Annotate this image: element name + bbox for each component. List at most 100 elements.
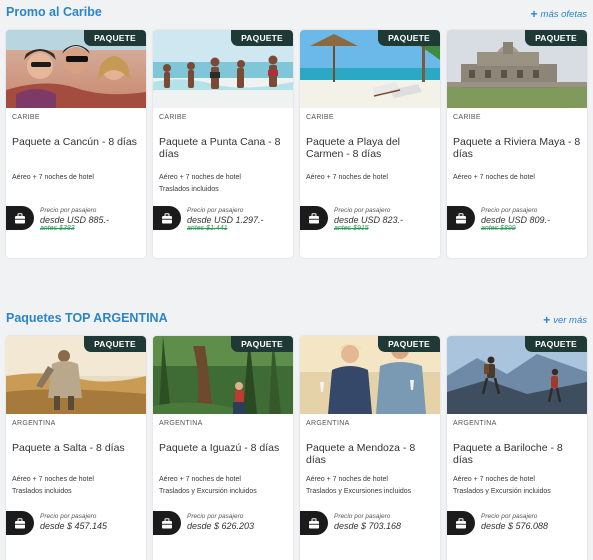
package-description: Aéreo + 7 noches de hotel bbox=[306, 172, 438, 184]
region-label: ARGENTINA bbox=[306, 420, 350, 427]
package-description: Aéreo + 7 noches de hotel bbox=[12, 172, 144, 184]
package-card-playa-del-carmen[interactable]: PAQUETE CARIBE Paquete a Playa del Carme… bbox=[300, 30, 440, 258]
see-more-label: ver más bbox=[553, 314, 587, 326]
package-card-mendoza[interactable]: PAQUETE ARGENTINA Paquete a Mendoza - 8 … bbox=[300, 336, 440, 560]
old-price: antes $1.441 bbox=[187, 225, 228, 232]
description-line: Aéreo + 7 noches de hotel bbox=[12, 174, 94, 181]
package-description: Aéreo + 7 noches de hotel Traslados incl… bbox=[159, 172, 291, 195]
price-block: Precio por pasajero desde USD 1.297.- an… bbox=[187, 207, 264, 232]
suitcase-icon bbox=[447, 206, 475, 230]
description-line: Aéreo + 7 noches de hotel bbox=[12, 476, 94, 483]
package-badge: PAQUETE bbox=[231, 336, 293, 352]
package-card-bariloche[interactable]: PAQUETE ARGENTINA Paquete a Bariloche - … bbox=[447, 336, 587, 560]
price-value: desde USD 885.- bbox=[40, 215, 110, 225]
price-value: desde $ 576.088 bbox=[481, 521, 549, 531]
region-label: ARGENTINA bbox=[159, 420, 203, 427]
price-block: Precio por pasajero desde $ 576.088 bbox=[481, 513, 548, 531]
package-card-salta[interactable]: PAQUETE ARGENTINA Paquete a Salta - 8 dí… bbox=[6, 336, 146, 560]
package-title: Paquete a Riviera Maya - 8 días bbox=[453, 136, 581, 160]
package-card-punta-cana[interactable]: PAQUETE CARIBE Paquete a Punta Cana - 8 … bbox=[153, 30, 293, 258]
plus-icon: + bbox=[543, 313, 551, 327]
package-description: Aéreo + 7 noches de hotel Traslados y Ex… bbox=[159, 474, 291, 497]
description-line: Traslados y Excursión incluidos bbox=[453, 487, 551, 495]
price-label: Precio por pasajero bbox=[481, 513, 538, 520]
section-header: Promo al Caribe + más ofetas bbox=[6, 5, 587, 25]
price-block: Precio por pasajero desde $ 626.203 bbox=[187, 513, 254, 531]
package-title: Paquete a Playa del Carmen - 8 días bbox=[306, 136, 400, 160]
suitcase-icon bbox=[6, 206, 34, 230]
package-description: Aéreo + 7 noches de hotel Traslados y Ex… bbox=[306, 474, 438, 497]
suitcase-icon bbox=[153, 511, 181, 535]
package-title: Paquete a Iguazú - 8 días bbox=[159, 442, 280, 454]
section-header: Paquetes TOP ARGENTINA + ver más bbox=[6, 311, 587, 331]
plus-icon: + bbox=[530, 7, 538, 21]
package-title: Paquete a Punta Cana - 8 días bbox=[159, 136, 281, 160]
description-line: Aéreo + 7 noches de hotel bbox=[159, 174, 241, 181]
suitcase-icon bbox=[447, 511, 475, 535]
package-badge: PAQUETE bbox=[231, 30, 293, 46]
price-block: Precio por pasajero desde USD 885.- ante… bbox=[40, 207, 109, 232]
package-title: Paquete a Mendoza - 8 días bbox=[306, 442, 416, 466]
region-label: CARIBE bbox=[306, 114, 334, 121]
price-label: Precio por pasajero bbox=[481, 207, 538, 214]
old-price: antes $383 bbox=[40, 225, 75, 232]
price-label: Precio por pasajero bbox=[187, 207, 244, 214]
suitcase-icon bbox=[153, 206, 181, 230]
more-offers-link[interactable]: + más ofetas bbox=[531, 7, 587, 21]
price-value: desde $ 626.203 bbox=[187, 521, 255, 531]
description-line: Aéreo + 7 noches de hotel bbox=[453, 174, 535, 181]
section-top-argentina: Paquetes TOP ARGENTINA + ver más PAQUETE… bbox=[0, 306, 593, 560]
package-card-riviera-maya[interactable]: PAQUETE CARIBE Paquete a Riviera Maya - … bbox=[447, 30, 587, 258]
description-line: Traslados incluidos bbox=[12, 487, 72, 495]
see-more-link[interactable]: + ver más bbox=[543, 313, 587, 327]
package-description: Aéreo + 7 noches de hotel Traslados incl… bbox=[12, 474, 144, 497]
package-title: Paquete a Cancún - 8 días bbox=[12, 136, 137, 148]
region-label: ARGENTINA bbox=[12, 420, 56, 427]
price-value: desde $ 457.145 bbox=[40, 521, 108, 531]
description-line: Aéreo + 7 noches de hotel bbox=[453, 476, 535, 483]
price-block: Precio por pasajero desde $ 457.145 bbox=[40, 513, 107, 531]
more-offers-label: más ofetas bbox=[540, 8, 587, 20]
package-description: Aéreo + 7 noches de hotel bbox=[453, 172, 585, 184]
package-title: Paquete a Salta - 8 días bbox=[12, 442, 125, 454]
price-label: Precio por pasajero bbox=[187, 513, 244, 520]
region-label: CARIBE bbox=[453, 114, 481, 121]
price-label: Precio por pasajero bbox=[40, 513, 97, 520]
description-line: Traslados y Excursiones incluidos bbox=[306, 487, 412, 495]
package-badge: PAQUETE bbox=[525, 30, 587, 46]
price-block: Precio por pasajero desde USD 809.- ante… bbox=[481, 207, 550, 232]
price-value: desde USD 823.- bbox=[334, 215, 404, 225]
old-price: antes $899 bbox=[481, 225, 516, 232]
package-card-cancun[interactable]: PAQUETE CARIBE Paquete a Cancún - 8 días… bbox=[6, 30, 146, 258]
suitcase-icon bbox=[300, 206, 328, 230]
package-badge: PAQUETE bbox=[84, 336, 146, 352]
region-label: ARGENTINA bbox=[453, 420, 497, 427]
price-value: desde $ 703.168 bbox=[334, 521, 402, 531]
price-value: desde USD 809.- bbox=[481, 215, 551, 225]
suitcase-icon bbox=[300, 511, 328, 535]
region-label: CARIBE bbox=[159, 114, 187, 121]
price-block: Precio por pasajero desde $ 703.168 bbox=[334, 513, 401, 531]
price-block: Precio por pasajero desde USD 823.- ante… bbox=[334, 207, 403, 232]
price-label: Precio por pasajero bbox=[334, 207, 391, 214]
package-description: Aéreo + 7 noches de hotel Traslados y Ex… bbox=[453, 474, 585, 497]
price-label: Precio por pasajero bbox=[334, 513, 391, 520]
section-title: Promo al Caribe bbox=[6, 5, 102, 19]
price-value: desde USD 1.297.- bbox=[187, 215, 264, 225]
old-price: antes $915 bbox=[334, 225, 369, 232]
package-badge: PAQUETE bbox=[378, 336, 440, 352]
package-title: Paquete a Bariloche - 8 días bbox=[453, 442, 563, 466]
section-title: Paquetes TOP ARGENTINA bbox=[6, 311, 168, 325]
description-line: Traslados y Excursión incluidos bbox=[159, 487, 257, 495]
section-promo-caribe: Promo al Caribe + más ofetas PAQUETE CAR… bbox=[0, 0, 593, 270]
description-line: Aéreo + 7 noches de hotel bbox=[159, 476, 241, 483]
package-badge: PAQUETE bbox=[525, 336, 587, 352]
description-line: Traslados incluidos bbox=[159, 185, 219, 193]
package-badge: PAQUETE bbox=[84, 30, 146, 46]
price-label: Precio por pasajero bbox=[40, 207, 97, 214]
package-card-iguazu[interactable]: PAQUETE ARGENTINA Paquete a Iguazú - 8 d… bbox=[153, 336, 293, 560]
region-label: CARIBE bbox=[12, 114, 40, 121]
package-badge: PAQUETE bbox=[378, 30, 440, 46]
description-line: Aéreo + 7 noches de hotel bbox=[306, 174, 388, 181]
description-line: Aéreo + 7 noches de hotel bbox=[306, 476, 388, 483]
